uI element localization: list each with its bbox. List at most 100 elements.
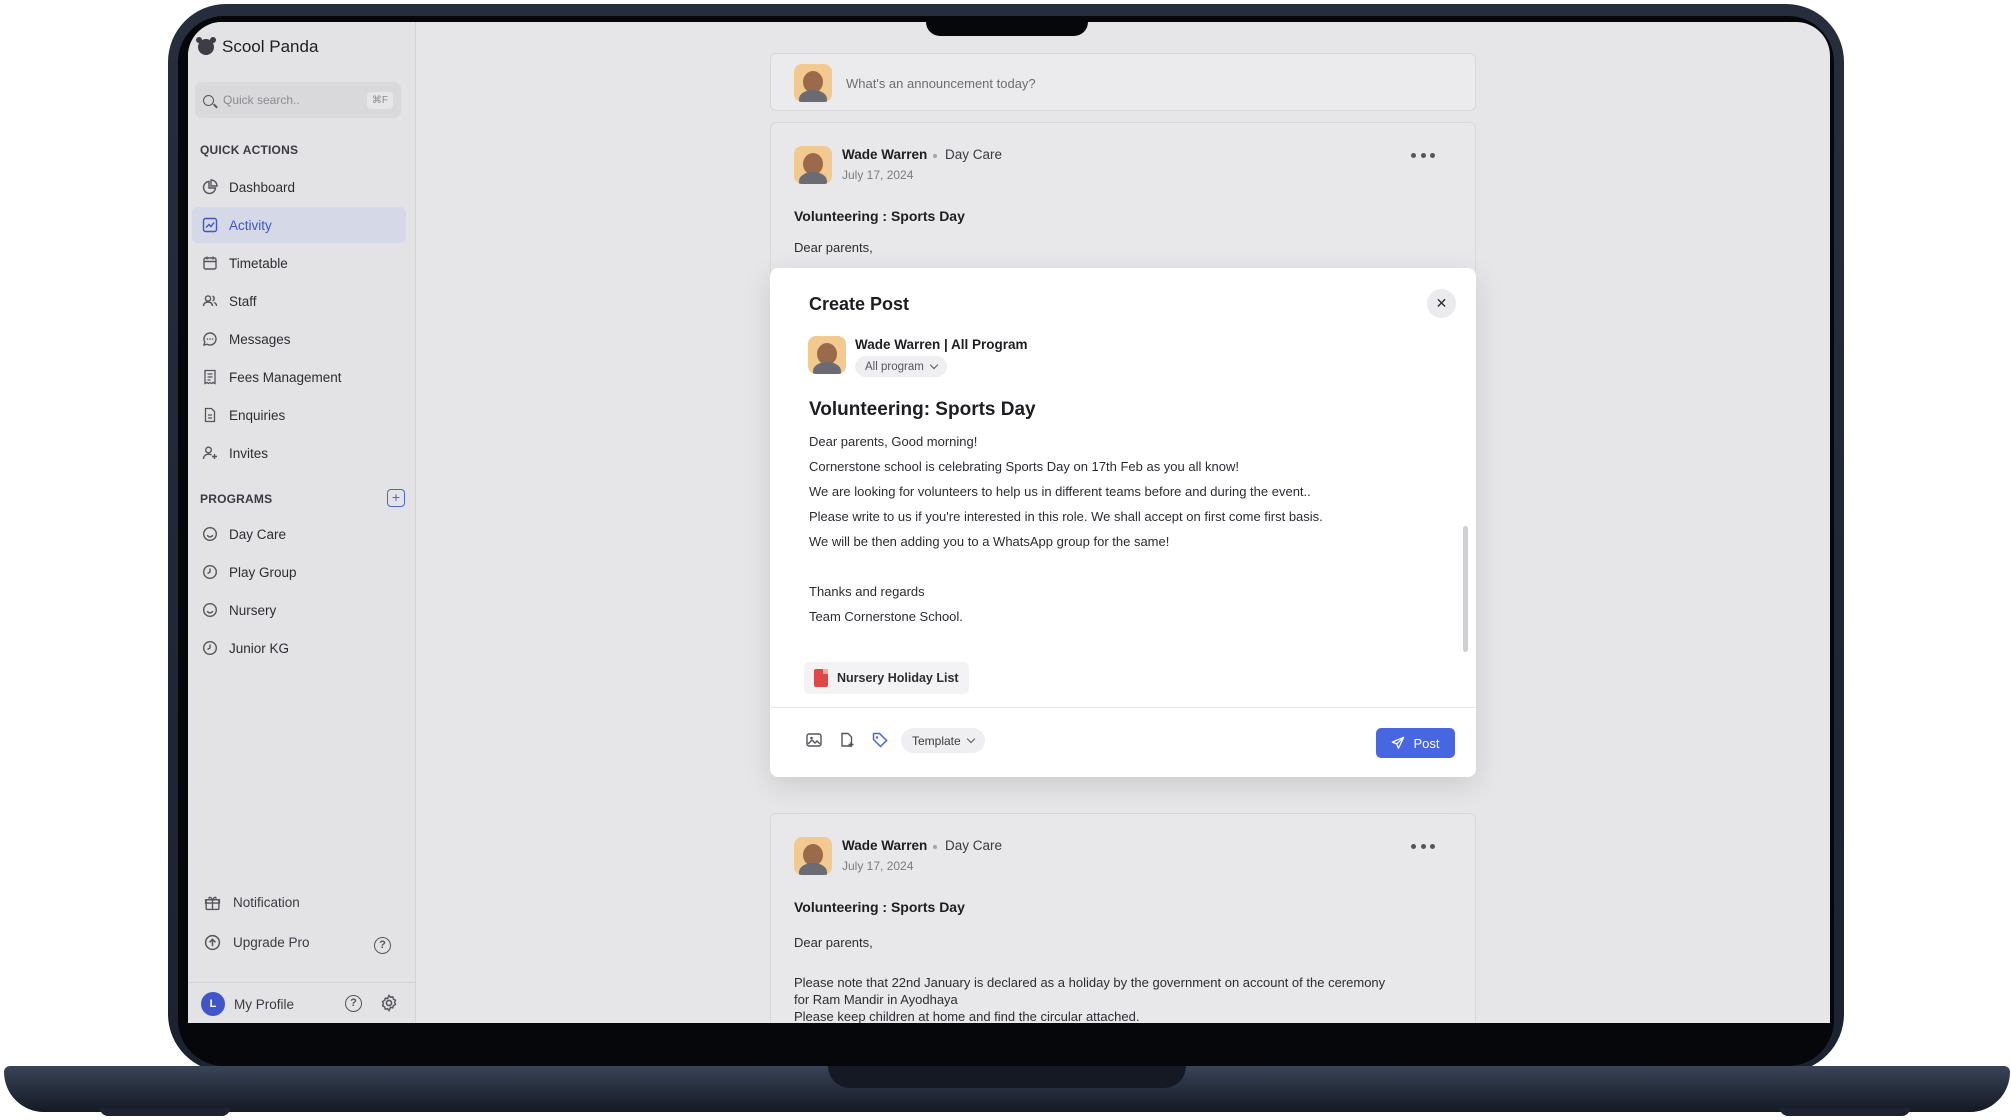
pdf-file-icon <box>814 669 828 687</box>
sidebar-item-label: Activity <box>229 217 272 233</box>
avatar[interactable]: L <box>201 992 225 1016</box>
send-icon <box>1392 736 1405 749</box>
program-select-value: All program <box>865 360 924 373</box>
post-body-line[interactable]: Cornerstone school is celebrating Sports… <box>809 459 1239 474</box>
author-avatar <box>794 146 832 184</box>
search-input[interactable]: Quick search.. <box>223 93 367 107</box>
scrollbar[interactable] <box>1463 526 1468 652</box>
attachment-name: Nursery Holiday List <box>837 671 959 685</box>
my-profile-link[interactable]: My Profile <box>234 997 294 1012</box>
sidebar-item-fees-management[interactable]: Fees Management <box>192 359 406 395</box>
message-icon <box>203 332 217 346</box>
attachment-chip[interactable]: Nursery Holiday List <box>804 662 969 694</box>
help-icon[interactable]: ? <box>374 937 391 954</box>
pie-chart-icon <box>202 179 218 195</box>
smile-icon <box>202 602 218 618</box>
more-options-icon[interactable] <box>1411 844 1435 850</box>
post-text: Please keep children at home and find th… <box>794 1009 1140 1023</box>
close-button[interactable]: ✕ <box>1427 289 1456 318</box>
quick-search[interactable]: Quick search.. ⌘F <box>195 82 401 118</box>
notification-link[interactable]: Notification <box>204 894 300 911</box>
user-avatar <box>794 64 832 102</box>
post-date: July 17, 2024 <box>842 859 914 873</box>
app-name: Scool Panda <box>222 37 319 56</box>
attach-file-icon[interactable] <box>838 731 856 749</box>
sidebar-item-label: Messages <box>229 331 291 347</box>
sidebar-item-invites[interactable]: Invites <box>192 435 406 471</box>
clock-icon <box>202 640 218 656</box>
sidebar-item-label: Fees Management <box>229 369 342 385</box>
receipt-icon <box>204 369 216 385</box>
arrow-up-circle-icon <box>204 934 221 951</box>
image-icon[interactable] <box>805 731 823 749</box>
sidebar-program-nursery[interactable]: Nursery <box>192 592 406 628</box>
document-icon <box>204 407 216 423</box>
sidebar-item-label: Timetable <box>229 255 288 271</box>
clock-icon <box>202 564 218 580</box>
post-body-line[interactable]: Thanks and regards <box>809 584 925 599</box>
post-date: July 17, 2024 <box>842 168 914 182</box>
modal-title: Create Post <box>809 294 910 314</box>
sidebar-item-label: Play Group <box>229 564 297 580</box>
sidebar-item-timetable[interactable]: Timetable <box>192 245 406 281</box>
brand[interactable]: Scool Panda <box>196 37 319 57</box>
post-text: Dear parents, <box>794 240 873 255</box>
more-options-icon[interactable] <box>1411 153 1435 159</box>
post-body-line[interactable]: Team Cornerstone School. <box>809 609 963 624</box>
smile-icon <box>202 526 218 542</box>
announcement-composer[interactable]: What's an announcement today? <box>770 53 1476 111</box>
post-body-line[interactable]: Please write to us if you're interested … <box>809 509 1323 524</box>
template-label: Template <box>912 733 961 748</box>
sidebar-item-label: Invites <box>229 445 269 461</box>
sidebar-item-activity[interactable]: Activity <box>192 207 406 243</box>
post-program: Day Care <box>945 147 1003 162</box>
post-card: Wade Warren Day Care July 17, 2024 Volun… <box>770 813 1476 1023</box>
post-author[interactable]: Wade Warren <box>842 838 927 853</box>
author-avatar <box>808 336 846 374</box>
sidebar-item-messages[interactable]: Messages <box>192 321 406 357</box>
sidebar-item-staff[interactable]: Staff <box>192 283 406 319</box>
post-text: Dear parents, <box>794 935 873 950</box>
tag-icon[interactable] <box>871 731 889 749</box>
post-text: Please note that 22nd January is declare… <box>794 975 1386 990</box>
modal-divider <box>770 707 1476 708</box>
post-text: for Ram Mandir in Ayodhaya <box>794 992 958 1007</box>
announcement-input[interactable]: What's an announcement today? <box>846 76 1036 91</box>
sidebar-program-junior-kg[interactable]: Junior KG <box>192 630 406 666</box>
post-button-label: Post <box>1413 735 1440 751</box>
sidebar-program-play-group[interactable]: Play Group <box>192 554 406 590</box>
help-icon[interactable]: ? <box>345 995 362 1012</box>
post-button[interactable]: Post <box>1376 728 1455 758</box>
post-title-input[interactable]: Volunteering: Sports Day <box>809 399 1036 421</box>
laptop-foot <box>1780 1108 1910 1116</box>
separator-dot <box>933 154 937 158</box>
sidebar-item-label: Enquiries <box>229 407 286 423</box>
sidebar: Scool Panda Quick search.. ⌘F QUICK ACTI… <box>188 22 416 1023</box>
sidebar-item-label: Day Care <box>229 526 287 542</box>
post-body-line[interactable]: We are looking for volunteers to help us… <box>809 484 1311 499</box>
sidebar-item-enquiries[interactable]: Enquiries <box>192 397 406 433</box>
post-card: Wade Warren Day Care July 17, 2024 Volun… <box>770 122 1476 282</box>
upgrade-pro-link[interactable]: Upgrade Pro <box>204 934 310 951</box>
sidebar-item-label: Staff <box>229 293 257 309</box>
gift-icon <box>204 896 221 911</box>
sidebar-program-day-care[interactable]: Day Care <box>192 516 406 552</box>
post-author[interactable]: Wade Warren <box>842 147 927 162</box>
gear-icon[interactable] <box>380 994 398 1012</box>
sidebar-item-dashboard[interactable]: Dashboard <box>192 169 406 205</box>
laptop-foot <box>100 1108 230 1116</box>
quick-actions-label: QUICK ACTIONS <box>200 143 299 157</box>
notification-label: Notification <box>233 895 300 910</box>
program-select[interactable]: All program <box>855 356 947 377</box>
post-body-line[interactable]: Dear parents, Good morning! <box>809 434 977 449</box>
sidebar-item-label: Dashboard <box>229 179 296 195</box>
post-program: Day Care <box>945 838 1003 853</box>
add-program-button[interactable]: + <box>387 489 405 507</box>
profile-row: L My Profile ? <box>188 982 416 1023</box>
panda-logo-icon <box>196 37 216 55</box>
chevron-down-icon <box>966 734 975 744</box>
template-dropdown[interactable]: Template <box>901 728 985 753</box>
post-body-line[interactable]: We will be then adding you to a WhatsApp… <box>809 534 1169 549</box>
modal-author: Wade Warren | All Program <box>855 337 1028 352</box>
chevron-down-icon <box>929 360 939 370</box>
